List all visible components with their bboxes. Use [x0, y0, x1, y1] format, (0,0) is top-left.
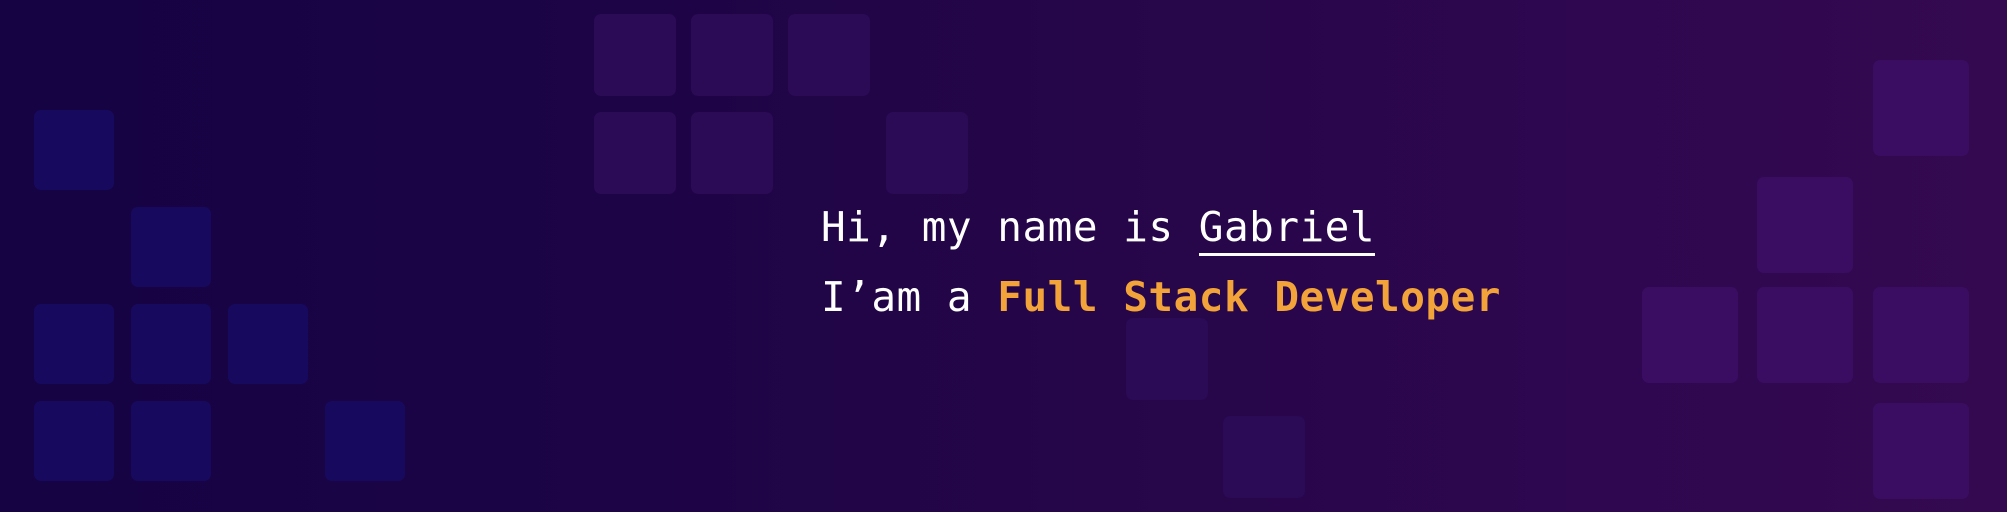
- decorative-square: [228, 304, 308, 384]
- hero-banner: Hi, my name is Gabriel I’am a Full Stack…: [0, 0, 2007, 512]
- decorative-square: [788, 14, 870, 96]
- role-line: I’am a Full Stack Developer: [821, 262, 1501, 332]
- decorative-square: [691, 112, 773, 194]
- decorative-square: [1757, 287, 1853, 383]
- decorative-square: [34, 110, 114, 190]
- decorative-square: [886, 112, 968, 194]
- greeting-line: Hi, my name is Gabriel: [821, 192, 1501, 262]
- decorative-square: [34, 304, 114, 384]
- decorative-square: [1873, 60, 1969, 156]
- role-prefix: I’am a: [821, 273, 998, 321]
- decorative-square: [34, 401, 114, 481]
- decorative-square: [1873, 287, 1969, 383]
- role-text: Full Stack Developer: [997, 273, 1501, 321]
- decorative-square: [1223, 416, 1305, 498]
- decorative-square: [131, 207, 211, 287]
- decorative-square: [1642, 287, 1738, 383]
- decorative-square: [594, 14, 676, 96]
- decorative-square: [594, 112, 676, 194]
- decorative-square: [131, 401, 211, 481]
- intro-text: Hi, my name is Gabriel I’am a Full Stack…: [821, 192, 1501, 332]
- greeting-prefix: Hi, my name is: [821, 203, 1199, 251]
- name-text: Gabriel: [1198, 203, 1376, 256]
- decorative-square: [325, 401, 405, 481]
- decorative-square: [1873, 403, 1969, 499]
- decorative-square: [131, 304, 211, 384]
- decorative-square: [1757, 177, 1853, 273]
- decorative-square: [691, 14, 773, 96]
